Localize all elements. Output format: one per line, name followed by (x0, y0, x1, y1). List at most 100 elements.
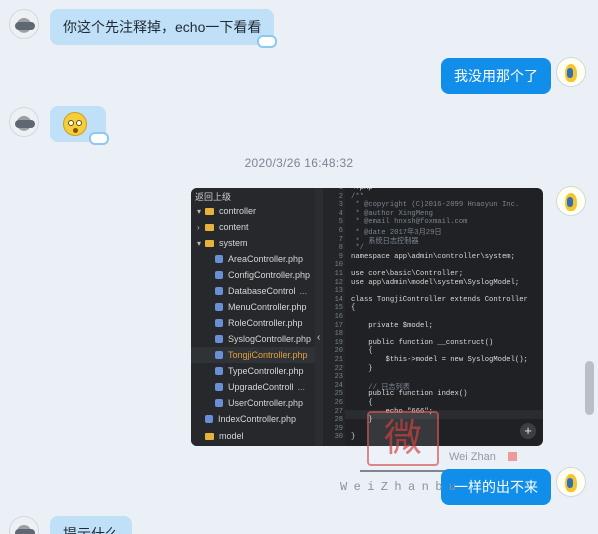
php-file-icon (215, 255, 223, 263)
tree-item: ▾ controller (197, 206, 257, 216)
message-bubble-incoming[interactable]: 你这个先注释掉，echo一下看看 (50, 9, 278, 48)
php-file-icon (215, 351, 223, 359)
folder-icon (205, 433, 214, 440)
code-line: * @copyright (C)2016-2099 Hnaoyun Inc. (351, 201, 520, 210)
line-number: 16 (334, 313, 343, 321)
code-line: * @email hnxsh@foxmail.com (351, 218, 468, 227)
line-number: 17 (334, 321, 343, 330)
watermark-letters: WeiZhanbu (340, 480, 463, 494)
code-line: /** (351, 192, 364, 201)
line-number: 24 (334, 381, 343, 390)
line-number: 12 (334, 278, 343, 287)
tree-item: RoleController.php (215, 315, 303, 331)
tree-item: UserController.php (215, 395, 303, 411)
tree-item: MenuController.php (215, 299, 307, 315)
self-avatar[interactable] (556, 186, 586, 216)
panel-divider[interactable] (315, 188, 323, 446)
line-number: 28 (334, 416, 343, 425)
tree-item: IndexController.php (205, 411, 296, 427)
scrollbar-thumb[interactable] (585, 361, 594, 415)
message-bubble-incoming[interactable] (50, 106, 109, 145)
message-text: 我没用那个了 (454, 68, 538, 84)
tree-item: ConfigController.php (215, 267, 310, 283)
php-file-icon (215, 399, 223, 407)
tree-item: UpgradeControll... (215, 379, 305, 395)
line-number: 22 (334, 364, 343, 373)
watermark-name: Wei Zhan (449, 451, 496, 463)
back-label: 返回上级 (195, 192, 232, 202)
php-file-icon (215, 287, 223, 295)
code-line: { (351, 304, 356, 313)
tree-item-selected: TongjiController.php (191, 347, 315, 363)
code-line: class TongjiController extends Controlle… (351, 295, 528, 304)
php-file-icon (205, 415, 213, 423)
php-file-icon (215, 383, 223, 391)
message-text: 一样的出不来 (454, 479, 538, 495)
line-number: 27 (334, 407, 343, 416)
line-number: 19 (334, 338, 343, 347)
line-number: 4 (338, 209, 343, 218)
watermark-mark (508, 452, 517, 461)
tree-item: model (197, 428, 244, 444)
line-number: 3 (338, 201, 343, 210)
code-line: */ (351, 244, 364, 253)
code-line: namespace app\admin\controller\system; (351, 252, 515, 261)
folder-icon (205, 240, 214, 247)
message-bubble-incoming[interactable]: 提示什么 (50, 516, 132, 534)
contact-avatar[interactable] (9, 9, 39, 39)
tree-item: › content (197, 222, 249, 232)
line-number: 8 (338, 244, 343, 253)
code-line: use core\basic\Controller; (351, 270, 464, 278)
php-file-icon (215, 271, 223, 279)
line-number: 18 (334, 330, 343, 339)
line-number: 5 (338, 218, 343, 227)
line-number: 26 (334, 399, 343, 407)
add-icon: + (520, 423, 536, 439)
line-number: 30 (334, 433, 343, 442)
php-file-icon (215, 303, 223, 311)
line-number: 21 (334, 356, 343, 364)
code-editor-screenshot[interactable]: 返回上级 ▾ controller › content ▾ system AreaCo… (191, 188, 543, 446)
contact-avatar[interactable] (9, 516, 39, 534)
line-number: 6 (338, 227, 343, 235)
tree-item: AreaController.php (215, 251, 303, 267)
tree-item: TypeController.php (215, 363, 304, 379)
code-line: } (351, 364, 373, 373)
message-text: 提示什么 (63, 526, 119, 534)
line-number: 14 (334, 295, 343, 304)
code-line: { (351, 347, 373, 356)
php-file-icon (215, 335, 223, 343)
file-tree: 返回上级 ▾ controller › content ▾ system AreaCo… (191, 188, 315, 446)
line-number: 20 (334, 347, 343, 356)
line-number: 10 (334, 261, 343, 270)
tree-item: DatabaseControl... (215, 283, 307, 299)
line-number: 23 (334, 373, 343, 382)
line-number: 15 (334, 304, 343, 313)
surprised-emoji-icon (63, 112, 87, 136)
line-number: 13 (334, 287, 343, 296)
code-line: private $model; (351, 321, 433, 330)
scrollbar-track[interactable] (587, 0, 595, 534)
message-bubble-outgoing[interactable]: 我没用那个了 (441, 58, 551, 94)
tree-item: SyslogController.php (215, 331, 311, 347)
self-avatar[interactable] (556, 57, 586, 87)
code-line: $this->model = new SyslogModel(); (351, 356, 528, 364)
php-file-icon (215, 319, 223, 327)
watermark-seal-logo: 微 (367, 411, 439, 466)
self-avatar[interactable] (556, 467, 586, 497)
line-number: 2 (338, 192, 343, 201)
code-line: public function index() (351, 390, 468, 399)
folder-icon (205, 224, 214, 231)
line-number: 7 (338, 235, 343, 244)
code-line: { (351, 399, 373, 407)
contact-avatar[interactable] (9, 107, 39, 137)
code-line: } (351, 433, 356, 442)
code-line: use app\admin\model\system\SyslogModel; (351, 278, 520, 287)
php-file-icon (215, 367, 223, 375)
folder-icon (205, 208, 214, 215)
line-number: 29 (334, 424, 343, 433)
line-number: 11 (334, 270, 343, 278)
code-line: * @author XingMeng (351, 209, 433, 218)
message-timestamp: 2020/3/26 16:48:32 (244, 156, 354, 170)
line-number: 1 (338, 188, 343, 192)
